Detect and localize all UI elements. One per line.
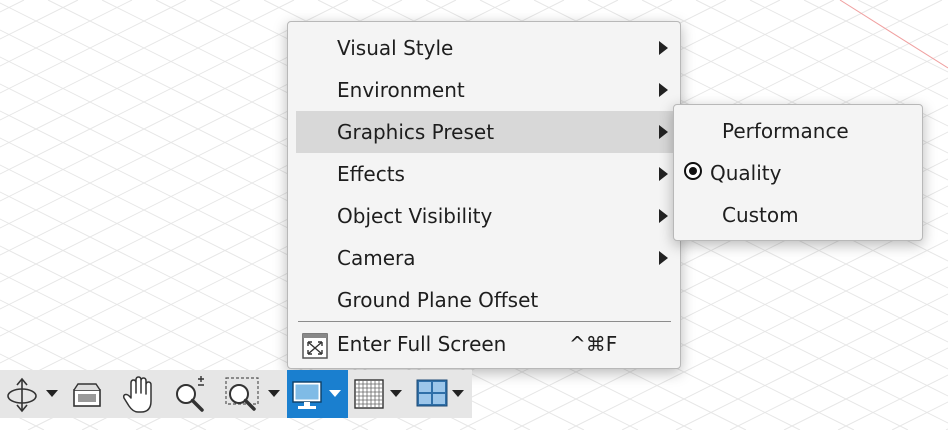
submenu-arrow-icon (659, 251, 668, 265)
menu-item-graphics-preset[interactable]: Graphics Preset (296, 111, 673, 153)
menu-item-visual-style[interactable]: Visual Style (296, 27, 673, 69)
fullscreen-icon (302, 331, 328, 359)
look-at-icon (73, 383, 101, 407)
submenu-item-label: Performance (722, 119, 849, 143)
menu-item-object-visibility[interactable]: Object Visibility (296, 195, 673, 237)
chevron-down-icon[interactable] (329, 390, 341, 397)
grid-snaps-icon (354, 379, 384, 409)
menu-item-ground-plane-offset[interactable]: Ground Plane Offset (296, 279, 673, 321)
menu-item-label: Environment (337, 78, 465, 102)
viewports-icon (416, 379, 448, 407)
menu-item-enter-full-screen[interactable]: Enter Full Screen ^⌘F (296, 323, 673, 365)
grid-line (0, 0, 295, 148)
menu-item-label: Object Visibility (337, 204, 493, 228)
submenu-arrow-icon (659, 167, 668, 181)
x-axis-line (839, 0, 948, 69)
zoom-button[interactable] (168, 370, 212, 418)
submenu-item-custom[interactable]: Custom (674, 194, 922, 236)
orbit-icon (7, 377, 37, 413)
menu-item-label: Ground Plane Offset (337, 288, 539, 312)
zoom-icon (176, 376, 204, 412)
keyboard-shortcut: ^⌘F (569, 332, 618, 356)
chevron-down-icon[interactable] (390, 390, 402, 397)
menu-separator (298, 321, 671, 322)
submenu-item-quality[interactable]: Quality (674, 152, 922, 194)
display-settings-button[interactable] (287, 370, 348, 418)
menu-item-effects[interactable]: Effects (296, 153, 673, 195)
display-settings-icon (292, 381, 322, 409)
orbit-button[interactable] (0, 370, 62, 418)
navigation-toolbar (0, 370, 472, 418)
menu-item-label: Effects (337, 162, 405, 186)
display-settings-menu: Visual Style Environment Graphics Preset… (287, 21, 681, 369)
zoom-window-icon (225, 377, 259, 411)
grid-line (0, 299, 261, 430)
grid-line (0, 0, 79, 40)
viewports-button[interactable] (414, 370, 470, 418)
submenu-arrow-icon (659, 83, 668, 97)
submenu-item-label: Custom (722, 203, 799, 227)
submenu-item-performance[interactable]: Performance (674, 110, 922, 152)
graphics-preset-submenu: Performance Quality Custom (673, 104, 923, 241)
look-at-button[interactable] (66, 370, 110, 418)
menu-item-label: Visual Style (337, 36, 454, 60)
grid-line (0, 0, 133, 67)
submenu-arrow-icon (659, 209, 668, 223)
zoom-window-button[interactable] (220, 370, 284, 418)
submenu-arrow-icon (659, 125, 668, 139)
grid-snaps-button[interactable] (352, 370, 408, 418)
menu-item-label: Graphics Preset (337, 120, 495, 144)
radio-selected-icon (684, 162, 702, 180)
menu-item-label: Enter Full Screen (337, 332, 507, 356)
chevron-down-icon[interactable] (268, 390, 280, 397)
chevron-down-icon[interactable] (46, 390, 58, 397)
pan-hand-icon (122, 376, 152, 413)
submenu-item-label: Quality (710, 161, 782, 185)
pan-button[interactable] (116, 370, 160, 418)
menu-item-camera[interactable]: Camera (296, 237, 673, 279)
submenu-arrow-icon (659, 41, 668, 55)
menu-item-environment[interactable]: Environment (296, 69, 673, 111)
chevron-down-icon[interactable] (452, 390, 464, 397)
menu-item-label: Camera (337, 246, 416, 270)
grid-line (0, 0, 241, 121)
